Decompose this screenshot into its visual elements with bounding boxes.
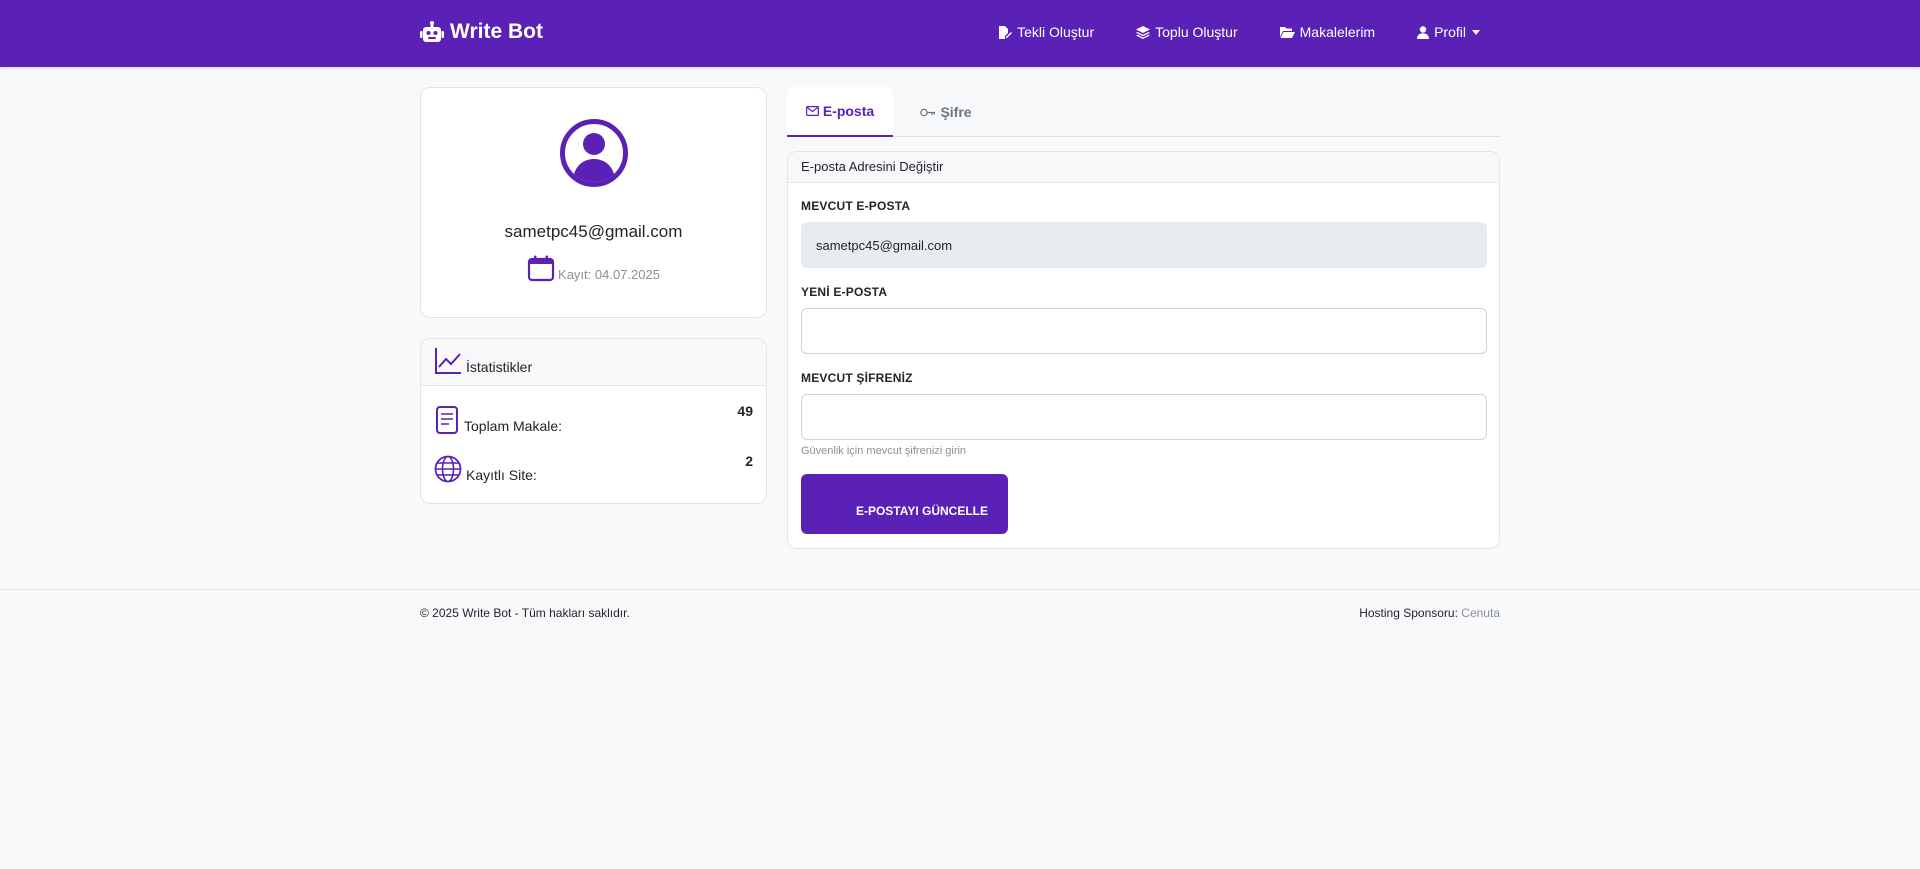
tab-email[interactable]: E-posta	[787, 87, 893, 137]
user-circle-icon	[560, 119, 628, 187]
settings-tabs: E-posta Şifre	[787, 87, 1500, 137]
tab-password[interactable]: Şifre	[893, 87, 999, 137]
nav-label: Profil	[1434, 24, 1466, 40]
chevron-down-icon	[1472, 29, 1480, 35]
new-email-label: YENİ E-POSTA	[801, 285, 888, 299]
join-date: Kayıt: 04.07.2025	[421, 255, 766, 282]
current-email-field	[801, 222, 1487, 268]
password-hint: Güvenlik için mevcut şifrenizi girin	[801, 445, 967, 457]
join-date-text: Kayıt: 04.07.2025	[558, 267, 660, 282]
nav-tekli-olustur[interactable]: Tekli Oluştur	[998, 24, 1094, 40]
brand-logo[interactable]: Write Bot	[420, 20, 543, 44]
nav-profil-dropdown[interactable]: Profil	[1417, 24, 1480, 40]
stats-card: İstatistikler Toplam Makale: 49 Kayıtlı …	[420, 338, 767, 504]
stat-value: 49	[737, 403, 753, 419]
file-pen-icon	[999, 25, 1013, 39]
current-password-label: MEVCUT ŞİFRENİZ	[801, 371, 913, 385]
profile-email: sametpc45@gmail.com	[504, 222, 683, 241]
current-password-input[interactable]	[801, 394, 1487, 440]
calendar-icon	[527, 255, 555, 282]
current-email-label: MEVCUT E-POSTA	[801, 199, 911, 213]
stats-title: İstatistikler	[466, 359, 533, 375]
sponsor-label: Hosting Sponsoru:	[1359, 606, 1458, 620]
new-email-input[interactable]	[801, 308, 1487, 354]
footer: © 2025 Write Bot - Tüm hakları saklıdır.…	[0, 589, 1920, 869]
email-change-card: E-posta Adresini Değiştir MEVCUT E-POSTA…	[787, 151, 1500, 549]
nav-toplu-olustur[interactable]: Toplu Oluştur	[1136, 24, 1238, 40]
profile-card: sametpc45@gmail.com Kayıt: 04.07.2025	[420, 87, 767, 318]
stat-row-sites: Kayıtlı Site: 2	[434, 453, 753, 483]
copyright-text: © 2025 Write Bot - Tüm hakları saklıdır.	[420, 606, 630, 620]
stats-header: İstatistikler	[421, 339, 766, 386]
nav-links: Tekli Oluştur Toplu Oluştur Makalelerim …	[956, 24, 1480, 40]
hosting-sponsor: Hosting Sponsoru: Cenuta	[1359, 606, 1500, 620]
top-navbar: Write Bot Tekli Oluştur Toplu Oluştur Ma…	[0, 0, 1920, 67]
robot-icon	[420, 21, 444, 42]
chart-line-icon	[435, 348, 461, 374]
envelope-icon	[805, 106, 819, 116]
nav-label: Tekli Oluştur	[1017, 24, 1095, 40]
globe-icon	[434, 455, 462, 483]
tab-label: Şifre	[940, 104, 972, 120]
stat-value: 2	[745, 453, 753, 469]
stat-row-articles: Toplam Makale: 49	[434, 403, 753, 434]
document-icon	[436, 406, 458, 434]
key-icon	[920, 108, 936, 116]
nav-label: Makalelerim	[1299, 24, 1376, 40]
folder-open-icon	[1279, 27, 1295, 38]
nav-label: Toplu Oluştur	[1155, 24, 1238, 40]
form-title: E-posta Adresini Değiştir	[788, 152, 1499, 183]
stat-label: Toplam Makale:	[464, 418, 563, 434]
layers-icon	[1136, 25, 1151, 39]
tab-label: E-posta	[822, 103, 875, 119]
sponsor-link[interactable]: Cenuta	[1461, 606, 1500, 620]
nav-makalelerim[interactable]: Makalelerim	[1279, 24, 1376, 40]
update-email-button[interactable]: E-POSTAYI GÜNCELLE	[801, 474, 1008, 534]
stat-label: Kayıtlı Site:	[466, 467, 537, 483]
brand-name: Write Bot	[450, 20, 543, 43]
user-icon	[1417, 25, 1430, 39]
